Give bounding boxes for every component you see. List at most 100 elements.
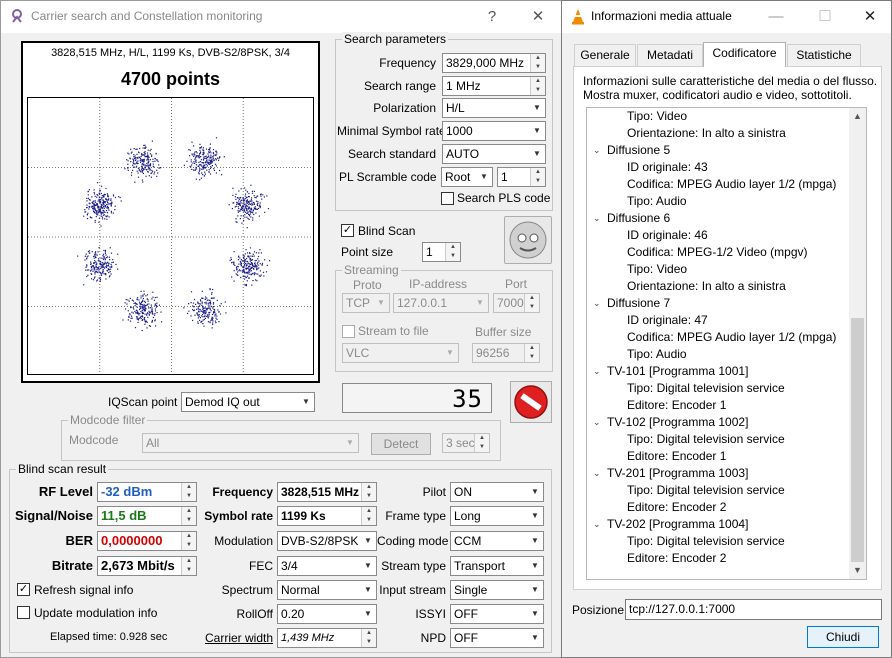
frequency-input[interactable]: 3829,000 MHz ▲ ▼ — [442, 53, 546, 73]
modcode-select[interactable]: All ▼ — [142, 433, 359, 453]
detect-time-spinner[interactable]: ▲ ▼ — [474, 434, 489, 452]
search-pls-checkbox[interactable] — [441, 192, 454, 205]
media-close-button[interactable]: ✕ — [855, 5, 885, 29]
tree-node[interactable]: TV-102 [Programma 1002] — [607, 414, 748, 431]
coding-mode-select[interactable]: CCM ▼ — [450, 531, 544, 551]
fec-select[interactable]: 3/4 ▼ — [277, 556, 377, 576]
scroll-up-icon[interactable]: ▲ — [849, 108, 866, 125]
spectrum-select[interactable]: Normal ▼ — [277, 580, 377, 600]
application-select[interactable]: VLC ▼ — [342, 343, 459, 363]
tree-leaf[interactable]: ID originale: 43 — [627, 159, 708, 176]
tree-leaf[interactable]: Editore: Encoder 2 — [627, 499, 726, 516]
tree-leaf[interactable]: Tipo: Audio — [627, 193, 687, 210]
ber-spinner[interactable]: ▲ ▼ — [181, 532, 196, 550]
bitrate-spinner[interactable]: ▲ ▼ — [181, 557, 196, 575]
stream-type-select[interactable]: Transport ▼ — [450, 556, 544, 576]
search-range-input[interactable]: 1 MHz ▲ ▼ — [442, 76, 546, 96]
tree-leaf[interactable]: Tipo: Digital television service — [627, 431, 785, 448]
refresh-signal-checkbox[interactable]: ✓ — [17, 583, 30, 596]
maximize-button[interactable]: ☐ — [810, 5, 840, 29]
tree-node[interactable]: TV-101 [Programma 1001] — [607, 363, 748, 380]
port-input[interactable]: 7000 ▲ ▼ — [493, 293, 540, 313]
tree-node[interactable]: Diffusione 5 — [607, 142, 670, 159]
tree-scrollbar[interactable]: ▲ ▼ — [849, 108, 866, 579]
pilot-select[interactable]: ON ▼ — [450, 482, 544, 502]
chiudi-button[interactable]: Chiudi — [807, 626, 879, 648]
input-stream-select[interactable]: Single ▼ — [450, 580, 544, 600]
tree-node[interactable]: TV-201 [Programma 1003] — [607, 465, 748, 482]
tree-leaf[interactable]: Codifica: MPEG-1/2 Video (mpgv) — [627, 244, 808, 261]
tree-leaf[interactable]: Editore: Encoder 1 — [627, 397, 726, 414]
pl-scramble-code-input[interactable]: 1 ▲ ▼ — [497, 167, 546, 187]
blind-scan-button[interactable] — [504, 216, 552, 264]
search-standard-select[interactable]: AUTO ▼ — [442, 144, 546, 164]
update-modulation-checkbox[interactable] — [17, 606, 30, 619]
tree-leaf[interactable]: Tipo: Digital television service — [627, 482, 785, 499]
buffer-size-spinner[interactable]: ▲ ▼ — [524, 344, 539, 362]
detect-time-input[interactable]: 3 sec ▲ ▼ — [442, 433, 490, 453]
tree-leaf[interactable]: ID originale: 46 — [627, 227, 708, 244]
tab-statistiche[interactable]: Statistiche — [787, 44, 861, 66]
min-symbol-rate-select[interactable]: 1000 ▼ — [442, 121, 546, 141]
minimize-button[interactable]: — — [761, 5, 791, 29]
polarization-select[interactable]: H/L ▼ — [442, 98, 546, 118]
ip-address-select[interactable]: 127.0.0.1 ▼ — [393, 293, 489, 313]
iqscan-select[interactable]: Demod IQ out ▼ — [181, 392, 315, 412]
tab-codificatore[interactable]: Codificatore — [703, 42, 786, 67]
point-size-spinner[interactable]: ▲ ▼ — [445, 243, 460, 261]
frequency-spinner[interactable]: ▲ ▼ — [530, 54, 545, 72]
chevron-down-icon[interactable]: ⌄ — [593, 363, 601, 380]
tree-leaf[interactable]: Tipo: Audio — [627, 346, 687, 363]
tab-generale[interactable]: Generale — [574, 44, 636, 66]
scroll-down-icon[interactable]: ▼ — [849, 562, 866, 579]
stop-button[interactable] — [510, 381, 552, 423]
port-spinner[interactable]: ▲ ▼ — [524, 294, 539, 312]
close-button[interactable]: ✕ — [523, 5, 553, 29]
tree-leaf[interactable]: Orientazione: In alto a sinistra — [627, 125, 786, 142]
npd-select[interactable]: OFF ▼ — [450, 628, 544, 648]
blind-scan-checkbox[interactable]: ✓ — [341, 224, 354, 237]
chevron-down-icon[interactable]: ⌄ — [593, 414, 601, 431]
chevron-down-icon[interactable]: ⌄ — [593, 295, 601, 312]
rf-level-spinner[interactable]: ▲ ▼ — [181, 483, 196, 501]
modulation-select[interactable]: DVB-S2/8PSK ▼ — [277, 531, 377, 551]
tree-leaf[interactable]: Tipo: Video — [627, 261, 687, 278]
frame-type-select[interactable]: Long ▼ — [450, 506, 544, 526]
tree-node[interactable]: Diffusione 6 — [607, 210, 670, 227]
tree-leaf[interactable]: Editore: Encoder 2 — [627, 550, 726, 567]
detect-button[interactable]: Detect — [371, 433, 431, 455]
scroll-thumb[interactable] — [851, 318, 864, 562]
tree-leaf[interactable]: Tipo: Digital television service — [627, 380, 785, 397]
codec-tree[interactable]: ▲ ▼ Tipo: Video Orientazione: In alto a s… — [586, 107, 867, 580]
tree-leaf[interactable]: Codifica: MPEG Audio layer 1/2 (mpga) — [627, 176, 836, 193]
signal-noise-spinner[interactable]: ▲ ▼ — [181, 507, 196, 525]
carrier-width-label[interactable]: Carrier width — [197, 631, 273, 645]
rolloff-select[interactable]: 0.20 ▼ — [277, 604, 377, 624]
position-input[interactable]: tcp://127.0.0.1:7000 — [625, 599, 882, 620]
carrier-width-spinner[interactable]: ▲ ▼ — [361, 629, 376, 647]
chevron-down-icon[interactable]: ⌄ — [593, 210, 601, 227]
tree-leaf[interactable]: Tipo: Digital television service — [627, 533, 785, 550]
tree-leaf[interactable]: ID originale: 47 — [627, 312, 708, 329]
symbol-rate-spinner[interactable]: ▲ ▼ — [361, 507, 376, 525]
stream-to-file-checkbox[interactable] — [342, 325, 355, 338]
tree-leaf[interactable]: Tipo: Video — [627, 108, 687, 125]
pl-scramble-spinner[interactable]: ▲ ▼ — [530, 168, 545, 186]
tree-leaf[interactable]: Codifica: MPEG Audio layer 1/2 (mpga) — [627, 329, 836, 346]
proto-select[interactable]: TCP ▼ — [342, 293, 390, 313]
result-frequency-spinner[interactable]: ▲ ▼ — [361, 483, 376, 501]
tree-node[interactable]: Diffusione 7 — [607, 295, 670, 312]
search-range-spinner[interactable]: ▲ ▼ — [530, 77, 545, 95]
tab-metadati[interactable]: Metadati — [637, 44, 703, 66]
chevron-down-icon[interactable]: ⌄ — [593, 142, 601, 159]
help-button[interactable]: ? — [477, 5, 507, 29]
chevron-down-icon[interactable]: ⌄ — [593, 465, 601, 482]
tree-node[interactable]: TV-202 [Programma 1004] — [607, 516, 748, 533]
point-size-input[interactable]: 1 ▲ ▼ — [422, 242, 461, 262]
buffer-size-input[interactable]: 96256 ▲ ▼ — [472, 343, 540, 363]
chevron-down-icon[interactable]: ⌄ — [593, 516, 601, 533]
pl-scramble-mode-select[interactable]: Root ▼ — [441, 167, 493, 187]
issyi-select[interactable]: OFF ▼ — [450, 604, 544, 624]
tree-leaf[interactable]: Editore: Encoder 1 — [627, 448, 726, 465]
tree-leaf[interactable]: Orientazione: In alto a sinistra — [627, 278, 786, 295]
